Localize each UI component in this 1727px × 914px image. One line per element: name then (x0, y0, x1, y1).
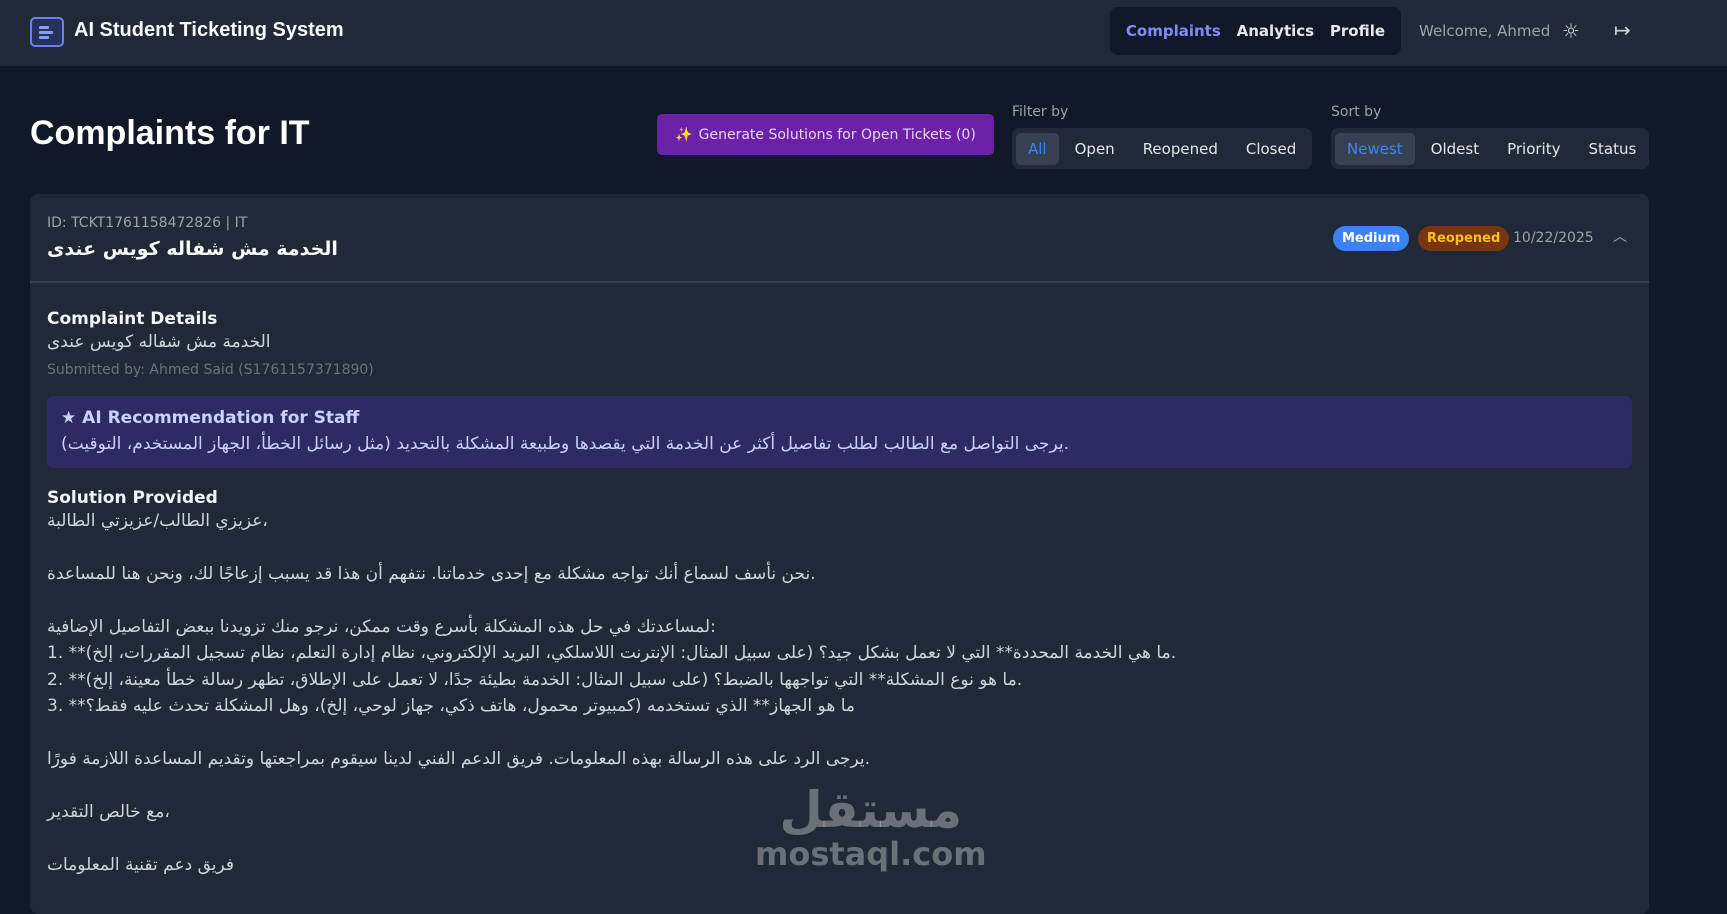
sort-label: Sort by (1331, 104, 1382, 120)
solution-line: لمساعدتك في حل هذه المشكلة بأسرع وقت ممك… (47, 616, 716, 637)
ticket-date: 10/22/2025 (1513, 230, 1594, 246)
list-icon (30, 17, 64, 47)
generate-solutions-button[interactable]: ✨ Generate Solutions for Open Tickets (0) (657, 114, 994, 155)
chevron-up-icon[interactable]: ︿ (1613, 226, 1627, 246)
submitted-by: Submitted by: Ahmed Said (S1761157371890… (47, 361, 374, 378)
filter-reopened[interactable]: Reopened (1131, 133, 1230, 165)
sun-icon[interactable]: ☼ (1560, 20, 1582, 42)
solution-line: 3. **ما هو الجهاز** الذي تستخدمه (كمبيوت… (47, 696, 855, 716)
solution-line: عزيزي الطالب/عزيزتي الطالبة، (47, 510, 268, 531)
solution-line (47, 587, 1632, 614)
status-badge: Reopened (1418, 226, 1510, 251)
ai-recommendation-title: AI Recommendation for Staff (82, 407, 360, 428)
nav-analytics[interactable]: Analytics (1237, 22, 1314, 40)
ai-recommendation-text: يرجى التواصل مع الطالب لطلب تفاصيل أكثر … (61, 433, 1069, 454)
solution-line: يرجى الرد على هذه الرسالة بهذه المعلومات… (47, 749, 870, 769)
complaint-details-text: الخدمة مش شفاله كويس عندى (47, 332, 271, 352)
nav-complaints[interactable]: Complaints (1126, 22, 1221, 40)
filter-all[interactable]: All (1016, 132, 1059, 165)
filter-closed[interactable]: Closed (1234, 133, 1308, 165)
ticket-header[interactable]: ID: TCKT1761158472826 | IT الخدمة مش شفا… (30, 194, 1649, 283)
sort-status[interactable]: Status (1576, 133, 1648, 165)
watermark-logo: مستقل mostaql.com (755, 785, 987, 873)
ai-recommendation: ★ AI Recommendation for Staff يرجى التوا… (47, 395, 1632, 468)
top-bar: AI Student Ticketing System Complaints A… (0, 0, 1727, 66)
sort-priority[interactable]: Priority (1495, 133, 1572, 165)
sort-newest[interactable]: Newest (1335, 132, 1415, 165)
solution-line (47, 720, 1632, 747)
solution-line: 2. **ما هو نوع المشكلة** التي تواجهها با… (47, 669, 1023, 690)
logout-icon[interactable]: ↦ (1614, 18, 1631, 42)
generate-solutions-label: Generate Solutions for Open Tickets (0) (698, 126, 976, 143)
welcome-text: Welcome, Ahmed (1419, 22, 1551, 40)
ticket-id: ID: TCKT1761158472826 | IT (47, 215, 248, 231)
sort-oldest[interactable]: Oldest (1419, 133, 1491, 165)
nav-profile[interactable]: Profile (1330, 22, 1385, 40)
ticket-subject: الخدمة مش شفاله كويس عندى (47, 238, 338, 260)
app-title: AI Student Ticketing System (74, 19, 344, 41)
sparkles-icon: ✨ (675, 126, 693, 143)
page-title: Complaints for IT (30, 114, 310, 152)
solution-line: 1. **ما هي الخدمة المحددة** التي لا تعمل… (47, 643, 1177, 663)
filter-label: Filter by (1012, 104, 1069, 120)
watermark-latin: mostaql.com (755, 835, 987, 873)
solution-title: Solution Provided (47, 487, 218, 508)
complaint-details-title: Complaint Details (47, 309, 218, 329)
solution-line (47, 534, 1632, 561)
solution-line: نحن نأسف لسماع أنك تواجه مشكلة مع إحدى خ… (47, 563, 816, 584)
priority-badge: Medium (1333, 226, 1410, 251)
ai-recommendation-heading: ★ AI Recommendation for Staff (61, 408, 1618, 428)
main-nav: Complaints Analytics Profile (1110, 7, 1401, 55)
star-icon: ★ (61, 407, 77, 428)
sort-group: Newest Oldest Priority Status (1331, 128, 1649, 169)
watermark-arabic: مستقل (779, 781, 963, 839)
filter-group: All Open Reopened Closed (1012, 128, 1312, 169)
filter-open[interactable]: Open (1063, 133, 1127, 165)
